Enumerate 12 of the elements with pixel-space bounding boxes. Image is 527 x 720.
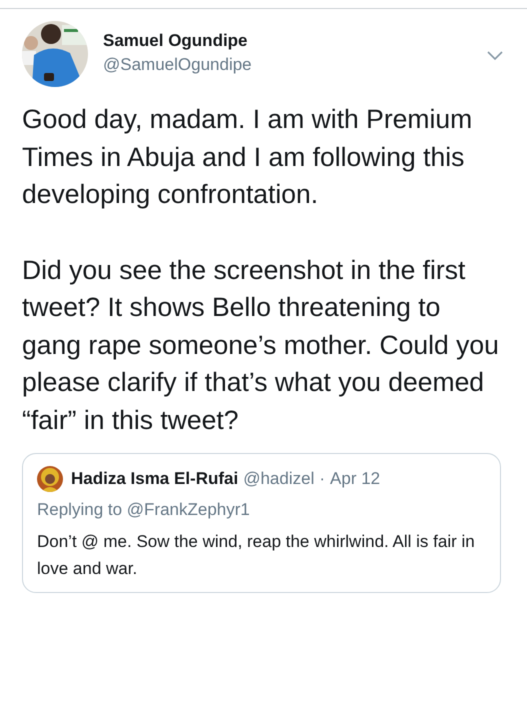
quoted-tweet-text: Don’t @ me. Sow the wind, reap the whirlwind. All is fair in love and war.	[37, 531, 476, 580]
author-handle[interactable]: @SamuelOgundipe	[103, 55, 252, 75]
tweet-text: Good day, madam. I am with Premium Times in Abuja and I am following this developing confrontation.	[22, 103, 474, 211]
author-name[interactable]: Samuel Ogundipe	[103, 31, 252, 51]
chevron-down-icon[interactable]	[487, 51, 503, 61]
tweet-date: Apr 12	[330, 469, 380, 489]
separator-dot: ·	[319, 469, 326, 489]
quoted-author-handle[interactable]: @hadizel	[243, 469, 314, 489]
replying-to-text: Replying to @FrankZephyr1	[37, 500, 251, 520]
quoted-author-name[interactable]: Hadiza Isma El-Rufai	[71, 469, 238, 489]
quoted-tweet-card[interactable]: Hadiza Isma El-Rufai @hadizel · Apr 12 Replying to @FrankZephyr1 Don’t @ me. Sow the wind, reap the whirlwind. All is fair in love and war.	[22, 453, 501, 593]
tweet-text: Did you see the screenshot in the first tweet? It shows Bello threatening to gang rape someone’s mother. Could you please clarify if that’s what you deemed “fair” in this tweet?	[22, 254, 500, 436]
